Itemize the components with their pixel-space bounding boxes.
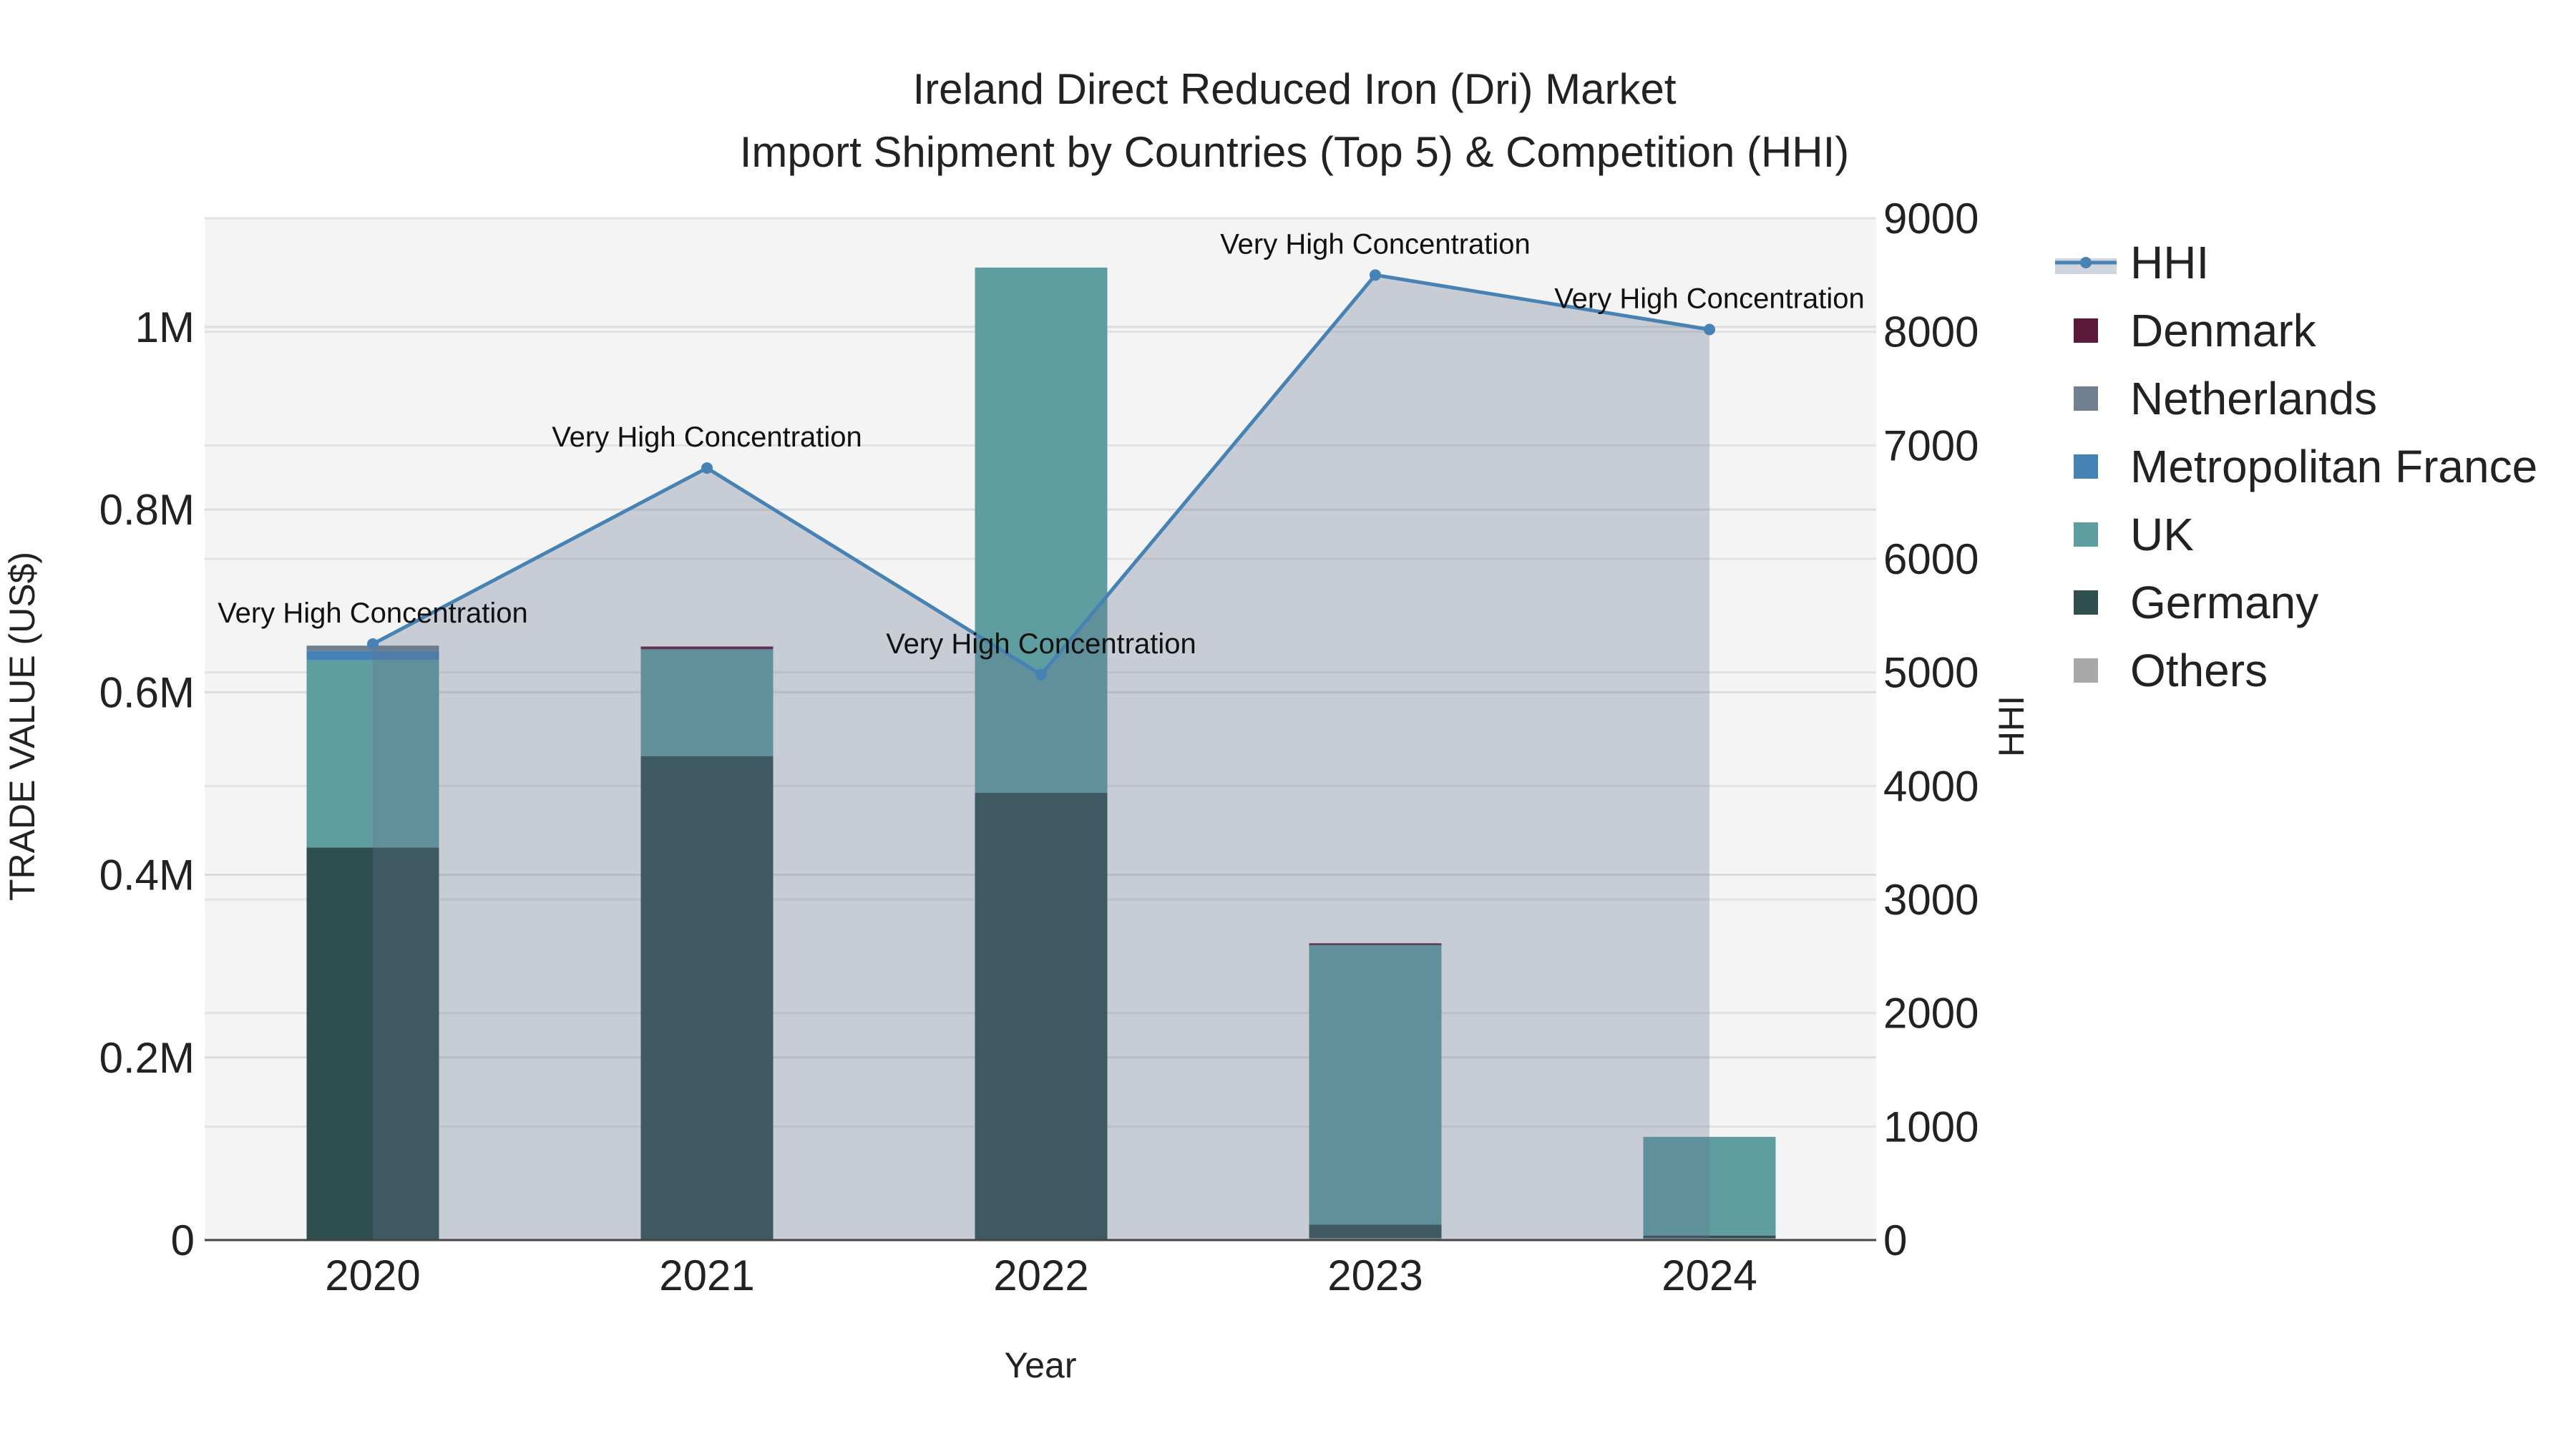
legend-swatch [2074,454,2098,479]
chart-subtitle: Import Shipment by Countries (Top 5) & C… [740,128,1850,176]
y-tick-label: 1M [135,303,195,351]
x-tick-label: 2023 [1327,1252,1423,1299]
y2-tick-label: 8000 [1883,308,1979,356]
legend-label: Denmark [2130,305,2317,356]
y2-tick-label: 1000 [1883,1103,1979,1151]
hhi-point [1035,668,1047,680]
legend-label: Others [2130,645,2268,696]
y-tick-label: 0.6M [99,668,195,716]
legend-swatch-hhi-marker [2080,257,2092,268]
x-tick-label: 2020 [325,1252,420,1299]
y-tick-label: 0.8M [99,486,195,534]
y2-tick-label: 6000 [1883,535,1979,583]
hhi-annotation: Very High Concentration [1554,283,1865,314]
x-tick-label: 2022 [993,1252,1088,1299]
y2-axis-title: HHI [1991,696,2031,757]
chart-title: Ireland Direct Reduced Iron (Dri) Market [912,65,1676,113]
y-tick-label: 0.2M [99,1034,195,1082]
y2-tick-label: 0 [1883,1216,1907,1264]
legend-swatch [2074,318,2098,343]
y-tick-label: 0.4M [99,852,195,899]
legend: HHI Denmark Netherlands Metropolitan France… [2055,237,2537,696]
y2-tick-label: 5000 [1883,649,1979,697]
y2-tick-label: 3000 [1883,876,1979,924]
hhi-point [1704,323,1715,336]
y2-tick-label: 2000 [1883,990,1979,1038]
y2-tick-label: 7000 [1883,421,1979,469]
hhi-point [367,638,379,650]
legend-label: UK [2130,509,2194,560]
legend-swatch [2074,658,2098,683]
x-tick-label: 2024 [1662,1252,1757,1299]
y2-tick-label: 9000 [1883,195,1979,243]
legend-swatch [2074,522,2098,547]
x-axis-title: Year [1004,1345,1076,1385]
y-axis-title: TRADE VALUE (US$) [2,552,42,901]
legend-label: Netherlands [2130,373,2377,424]
legend-swatch [2074,386,2098,411]
legend-label: HHI [2130,237,2209,288]
y-tick-label: 0 [171,1216,195,1264]
hhi-point [701,462,713,474]
legend-label: Metropolitan France [2130,441,2537,492]
hhi-annotation: Very High Concentration [218,597,528,629]
legend-swatch [2074,590,2098,615]
hhi-point [1370,269,1381,281]
legend-label: Germany [2130,577,2318,628]
hhi-annotation: Very High Concentration [1220,228,1531,260]
chart: Very High Concentration Very High Concent… [2,65,2537,1385]
hhi-annotation: Very High Concentration [552,421,862,453]
x-tick-label: 2021 [659,1252,754,1299]
y2-tick-label: 4000 [1883,762,1979,810]
hhi-annotation: Very High Concentration [886,628,1196,660]
